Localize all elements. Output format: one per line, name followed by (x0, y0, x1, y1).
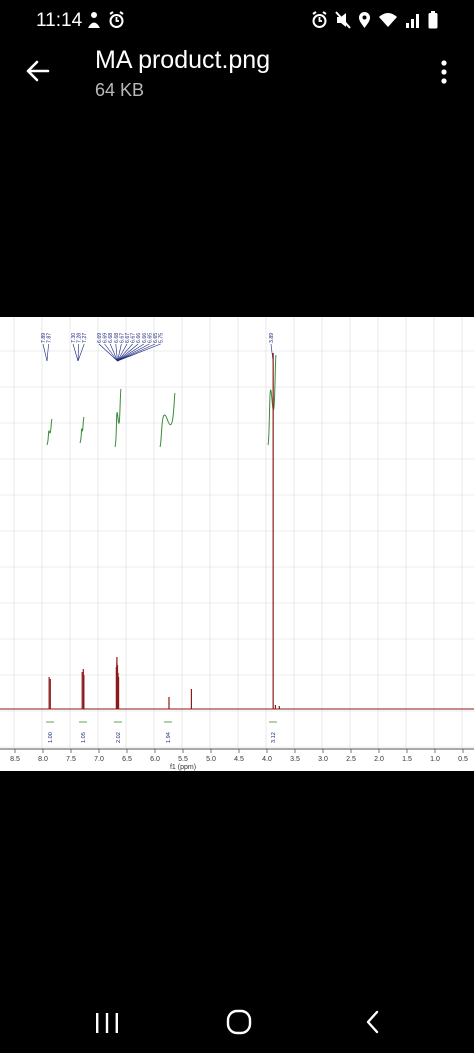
app-bar: MA product.png 64 KB (0, 42, 474, 112)
x-tick-label: 5.5 (178, 756, 188, 763)
x-tick-label: 1.5 (402, 756, 412, 763)
x-tick-label: 5.0 (206, 756, 216, 763)
mute-icon (335, 11, 351, 34)
grid (0, 317, 474, 749)
x-tick-label: 7.0 (94, 756, 104, 763)
x-axis-ticks: 8.5 8.0 7.5 7.0 6.5 6.0 5.5 5.0 4.5 4.0 3.5 3.0 2.5 2… (10, 749, 468, 763)
peak-label: 7.87 (47, 333, 53, 343)
x-tick-label: 6.0 (150, 756, 160, 763)
navigation-bar (0, 1000, 474, 1053)
integral-curve (79, 416, 85, 444)
peak-connector (77, 343, 85, 362)
integral-curve (159, 392, 176, 448)
location-icon (358, 11, 371, 34)
peak-label: 5.75 (159, 333, 165, 343)
integral-value: 2.02 (116, 732, 122, 743)
file-name: MA product.png (95, 46, 271, 74)
peak-connector (98, 343, 118, 362)
x-tick-label: 6.5 (122, 756, 132, 763)
x-tick-label: 4.0 (262, 756, 272, 763)
recent-apps-button[interactable] (92, 1010, 122, 1036)
integral-labels: 1.00 1.05 2.02 1.94 3.12 (46, 721, 277, 743)
image-viewer[interactable]: 7.89 7.87 7.30 7.28 7.27 6.69 6.69 6.68 6.68 6.67… (0, 317, 474, 771)
peak-connector (77, 343, 79, 362)
peak-label: 3.89 (269, 333, 275, 343)
wifi-icon (378, 12, 398, 33)
signal-icon (405, 12, 421, 33)
x-tick-label: 7.5 (66, 756, 76, 763)
integral-value: 1.05 (81, 732, 87, 743)
integral-curve (114, 388, 122, 448)
person-notification-icon (86, 11, 102, 34)
nmr-spectrum-image: 7.89 7.87 7.30 7.28 7.27 6.69 6.69 6.68 6.68 6.67… (0, 317, 474, 771)
x-tick-label: 8.0 (38, 756, 48, 763)
back-button[interactable] (362, 1008, 384, 1036)
x-tick-label: 3.0 (318, 756, 328, 763)
file-size: 64 KB (95, 80, 145, 100)
peak-label: 7.27 (82, 333, 88, 343)
x-tick-label: 4.5 (234, 756, 244, 763)
alarm-icon (108, 11, 125, 34)
peak-connector (117, 343, 156, 362)
peak-connector (46, 343, 49, 362)
more-vert-icon[interactable] (434, 58, 454, 88)
integral-value: 1.94 (166, 732, 172, 743)
integral-value: 3.12 (271, 732, 277, 743)
x-tick-label: 8.5 (10, 756, 20, 763)
status-time: 11:14 (36, 10, 83, 31)
x-tick-label: 2.0 (374, 756, 384, 763)
x-tick-label: 3.5 (290, 756, 300, 763)
x-axis-label: f1 (ppm) (170, 764, 196, 771)
arrow-back-icon[interactable] (22, 56, 52, 86)
x-tick-label: 2.5 (346, 756, 356, 763)
integral-curve (267, 354, 277, 446)
alarm-icon (311, 11, 328, 34)
integral-value: 1.00 (48, 732, 54, 743)
peak-labels: 7.89 7.87 7.30 7.28 7.27 6.69 6.69 6.68 6.68 6.67… (41, 333, 275, 362)
home-button[interactable] (225, 1008, 253, 1036)
x-tick-label: 1.0 (430, 756, 440, 763)
status-bar: 11:14 (0, 0, 474, 42)
peak-connector (72, 343, 79, 362)
peak-connector (42, 343, 48, 362)
x-tick-label: 0.5 (458, 756, 468, 763)
battery-icon (428, 11, 438, 34)
integral-curves (46, 354, 277, 448)
